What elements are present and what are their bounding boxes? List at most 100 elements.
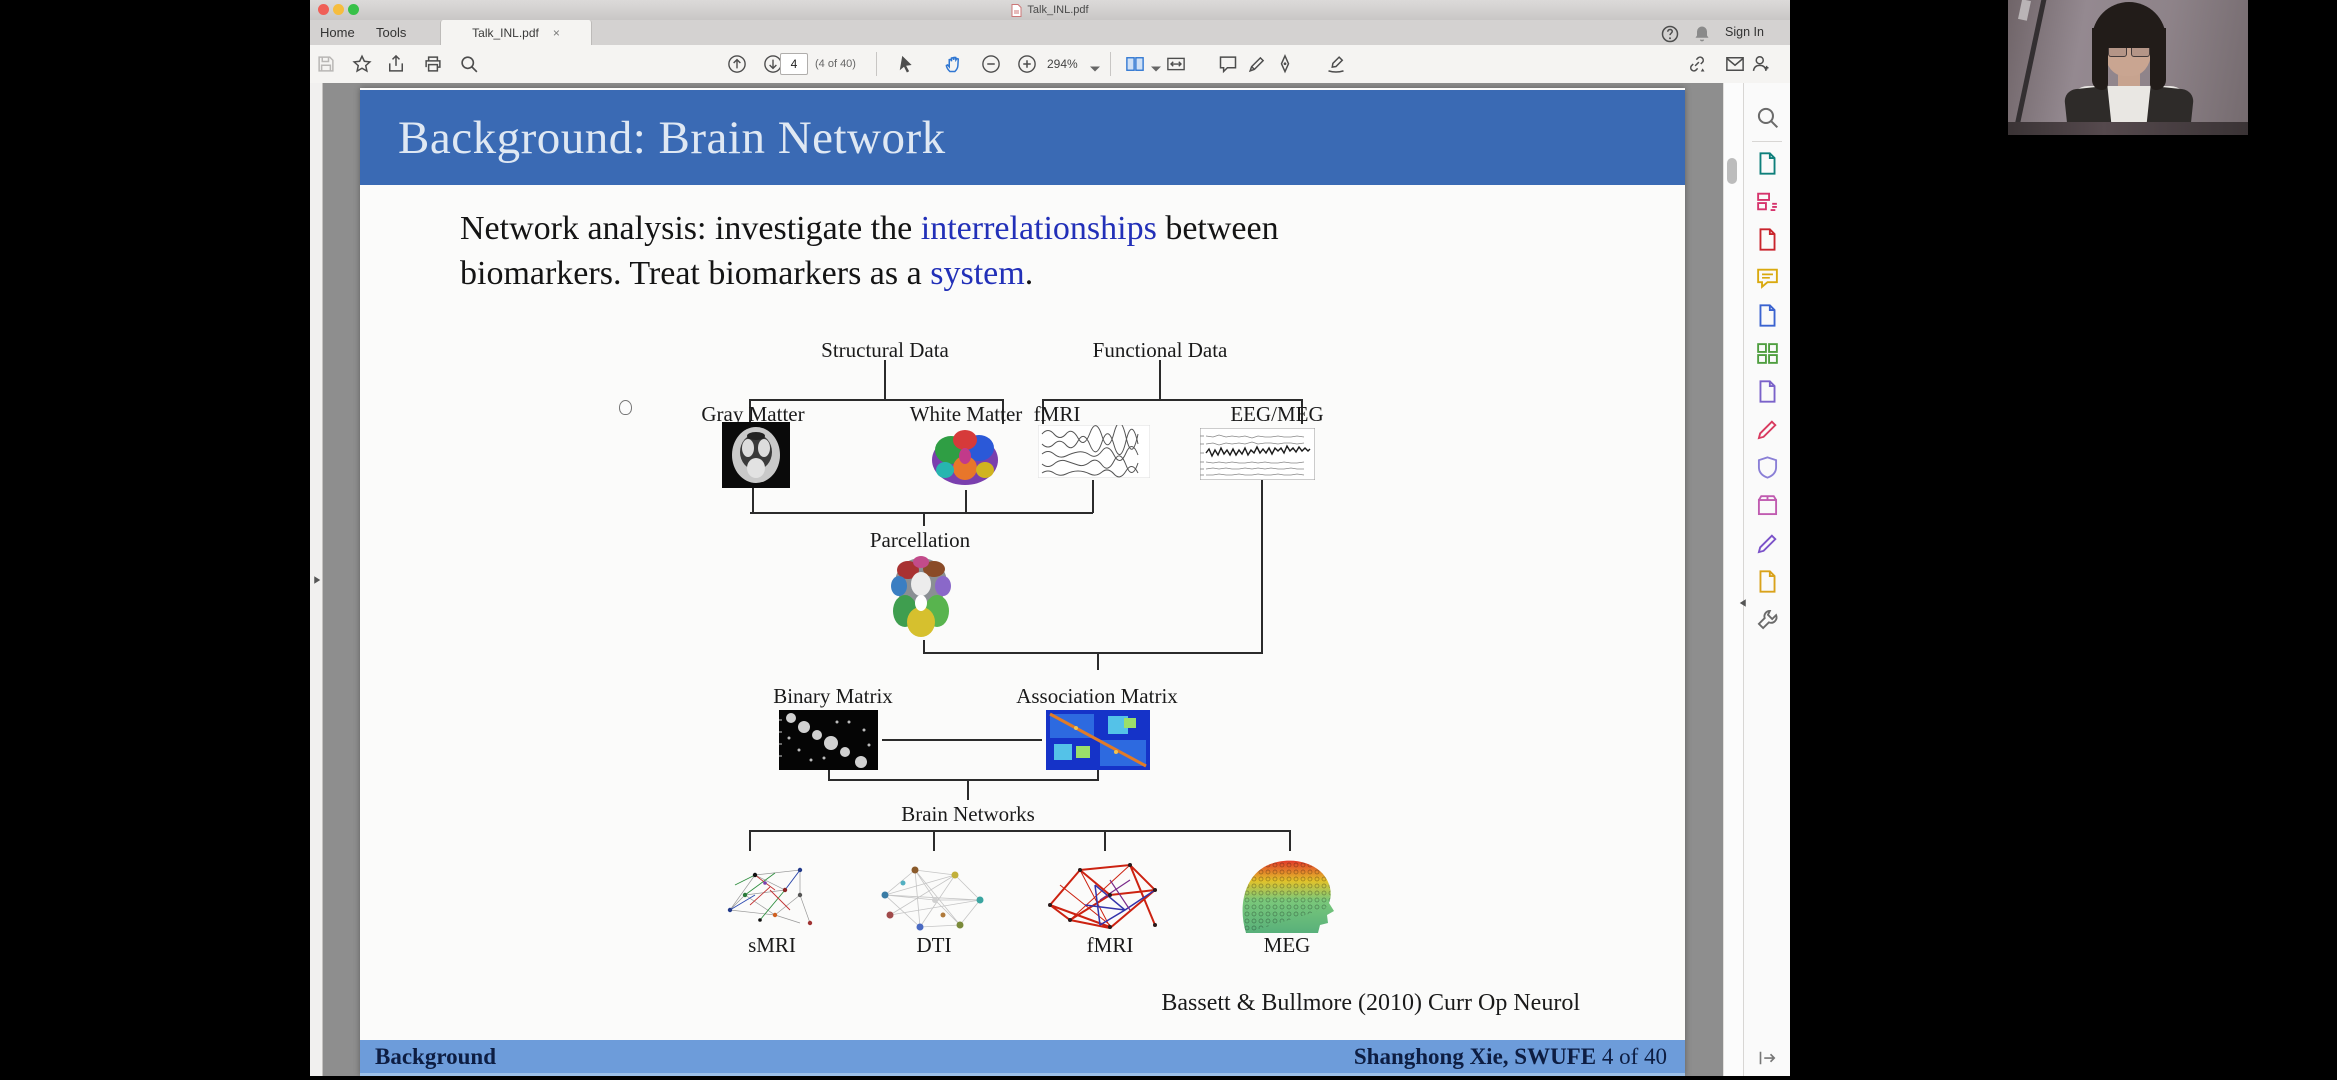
- close-window-button[interactable]: [318, 4, 329, 15]
- page-count-label: (4 of 40): [815, 58, 856, 70]
- expand-left-panel-icon[interactable]: [312, 573, 324, 587]
- tripod-head: [2018, 0, 2031, 21]
- link-icon[interactable]: [1687, 54, 1707, 74]
- page-view-icon[interactable]: [1125, 54, 1145, 74]
- edit-pdf-icon[interactable]: [1755, 379, 1780, 404]
- window-title-group: Talk_INL.pdf: [1011, 4, 1088, 17]
- sign-in-button[interactable]: Sign In: [1725, 20, 1764, 45]
- label-dti: DTI: [917, 933, 952, 958]
- fmri-timeseries-image: [1038, 425, 1150, 478]
- collapse-right-panel-icon[interactable]: [1736, 596, 1748, 610]
- sign-badge-icon[interactable]: [1326, 54, 1346, 74]
- combine-files-icon[interactable]: [1755, 341, 1780, 366]
- select-arrow-icon[interactable]: [896, 54, 916, 74]
- presenter-hair: [2092, 28, 2108, 90]
- tab-tools[interactable]: Tools: [376, 20, 406, 45]
- rail-divider: [1752, 141, 1782, 142]
- slide-footer-bar: Background Shanghong Xie, SWUFE 4 of 40: [360, 1040, 1685, 1076]
- vertical-scrollbar[interactable]: [1723, 83, 1744, 1076]
- footer-author: Shanghong Xie, SWUFE: [1354, 1044, 1602, 1069]
- comment-icon[interactable]: [1218, 54, 1238, 74]
- comment-tool-icon[interactable]: [1755, 265, 1780, 290]
- binary-matrix-image: [779, 710, 878, 770]
- hand-tool-icon[interactable]: [943, 54, 963, 74]
- zoom-level-dropdown[interactable]: 294%: [1047, 57, 1078, 71]
- footer-author-page: Shanghong Xie, SWUFE 4 of 40: [1354, 1044, 1667, 1070]
- tab-close-icon[interactable]: ×: [553, 26, 560, 40]
- tripod-stand: [2009, 0, 2047, 135]
- scrollbar-thumb[interactable]: [1727, 158, 1737, 184]
- label-brain-networks: Brain Networks: [901, 802, 1035, 827]
- label-structural-data: Structural Data: [821, 338, 949, 363]
- print-icon[interactable]: [423, 54, 443, 74]
- tab-document[interactable]: Talk_INL.pdf ×: [440, 20, 592, 45]
- share-icon[interactable]: [386, 54, 406, 74]
- certificates-icon[interactable]: [1755, 531, 1780, 556]
- flowchart-connectors: [360, 88, 1685, 1076]
- tools-rail: [1743, 83, 1790, 1076]
- tab-document-label: Talk_INL.pdf: [472, 26, 539, 40]
- compress-pdf-icon[interactable]: [1755, 493, 1780, 518]
- share-file-icon[interactable]: [1755, 303, 1780, 328]
- search-tools-icon[interactable]: [1755, 105, 1780, 130]
- page-up-icon[interactable]: [727, 54, 747, 74]
- label-parcellation: Parcellation: [870, 528, 970, 553]
- toolbar: 4 (4 of 40) 294%: [310, 45, 1790, 84]
- organize-pages-icon[interactable]: [1755, 189, 1780, 214]
- zoom-out-icon[interactable]: [981, 54, 1001, 74]
- save-icon[interactable]: [316, 54, 336, 74]
- footer-page-number: 4 of 40: [1602, 1044, 1667, 1069]
- label-binary-matrix: Binary Matrix: [773, 684, 893, 709]
- footer-section-label: Background: [375, 1044, 496, 1070]
- screen: Talk_INL.pdf Home Tools Talk_INL.pdf × S…: [0, 0, 2337, 1080]
- white-matter-image: [922, 420, 1008, 490]
- fit-width-icon[interactable]: [1166, 54, 1186, 74]
- pdf-page: Background: Brain Network Network analys…: [360, 88, 1685, 1076]
- dti-network-image: [865, 855, 1000, 935]
- fill-sign-pen-icon[interactable]: [1275, 54, 1295, 74]
- protect-icon[interactable]: [1755, 455, 1780, 480]
- customize-icon[interactable]: [1755, 607, 1780, 632]
- help-icon[interactable]: [1660, 24, 1677, 41]
- label-functional-data: Functional Data: [1093, 338, 1228, 363]
- envelope-icon[interactable]: [1725, 54, 1745, 74]
- highlight-icon[interactable]: [1247, 54, 1267, 74]
- maximize-window-button[interactable]: [348, 4, 359, 15]
- label-fmri: fMRI: [1034, 402, 1081, 427]
- hand-cursor: [619, 400, 632, 415]
- export-pdf-icon[interactable]: [1755, 151, 1780, 176]
- meg-head-image: [1230, 855, 1345, 935]
- pdf-file-icon: [1011, 4, 1022, 17]
- toolbar-divider: [876, 52, 877, 76]
- create-pdf-icon[interactable]: [1755, 227, 1780, 252]
- label-fmri-network: fMRI: [1087, 933, 1134, 958]
- parcellation-image: [888, 553, 955, 640]
- page-view-caret-icon[interactable]: [1146, 59, 1156, 69]
- webcam-overlay: [2008, 0, 2248, 135]
- webcam-desk-shadow: [2008, 122, 2248, 135]
- label-meg: MEG: [1264, 933, 1311, 958]
- fmri-network-image: [1040, 855, 1180, 935]
- zoom-caret-icon[interactable]: [1085, 59, 1095, 69]
- bell-icon[interactable]: [1692, 24, 1709, 41]
- gray-matter-image: [722, 422, 790, 488]
- smri-network-image: [715, 855, 830, 935]
- tab-home[interactable]: Home: [320, 20, 355, 45]
- acrobat-window: Talk_INL.pdf Home Tools Talk_INL.pdf × S…: [310, 0, 1790, 1076]
- presenter-hair: [2150, 28, 2166, 90]
- tab-bar: Home Tools Talk_INL.pdf × Sign In: [310, 20, 1790, 46]
- person-add-icon[interactable]: [1751, 54, 1771, 74]
- expand-panel-icon[interactable]: [1758, 1048, 1775, 1065]
- minimize-window-button[interactable]: [333, 4, 344, 15]
- search-icon[interactable]: [459, 54, 479, 74]
- label-smri: sMRI: [748, 933, 796, 958]
- window-title: Talk_INL.pdf: [1027, 4, 1088, 16]
- more-tools-icon[interactable]: [1755, 569, 1780, 594]
- page-number-input[interactable]: 4: [780, 53, 808, 75]
- zoom-in-icon[interactable]: [1017, 54, 1037, 74]
- label-association-matrix: Association Matrix: [1016, 684, 1178, 709]
- fill-sign-icon[interactable]: [1755, 417, 1780, 442]
- document-area: Background: Brain Network Network analys…: [310, 83, 1790, 1076]
- star-icon[interactable]: [352, 54, 372, 74]
- toolbar-divider: [1110, 52, 1111, 76]
